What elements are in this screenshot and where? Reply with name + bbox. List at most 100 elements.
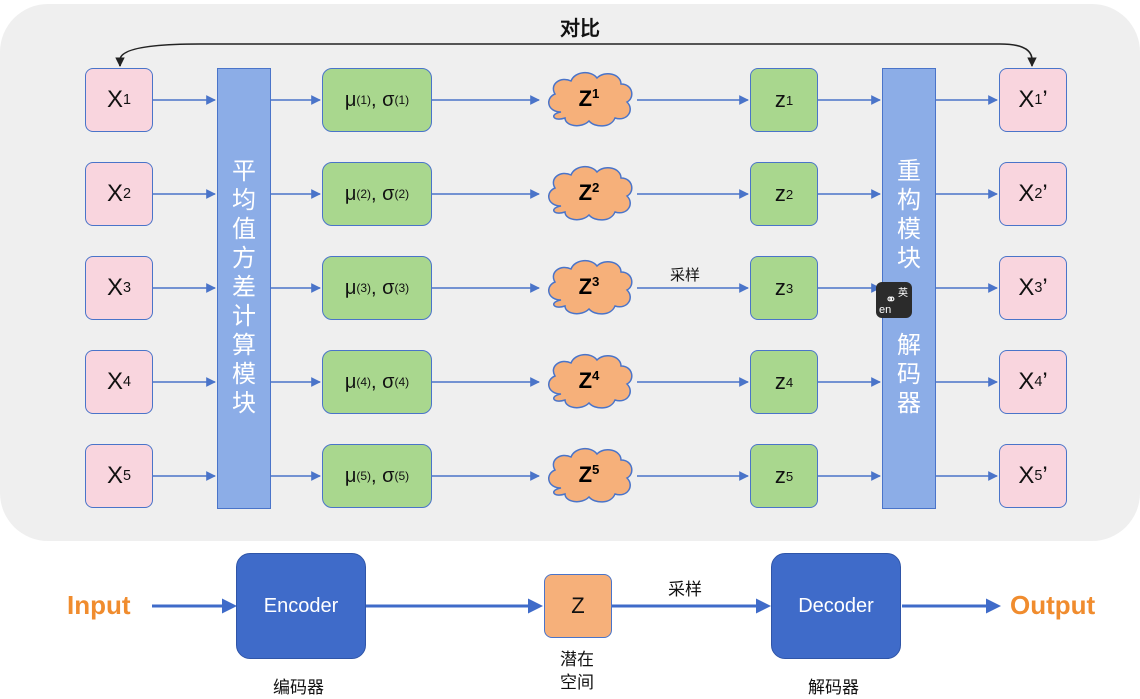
label-index: 3 — [1034, 280, 1043, 296]
label-base: z — [774, 87, 786, 112]
z-cloud: Z3 — [541, 256, 637, 320]
mu-index: (5) — [356, 469, 372, 483]
mu-index: (1) — [356, 93, 372, 107]
label-prime: ’ — [1042, 86, 1048, 113]
decoder-cn-label: 解码器 — [808, 678, 859, 697]
sigma-index: (4) — [394, 375, 410, 389]
latent-z-box: z2 — [750, 162, 818, 226]
label-base: X — [106, 368, 123, 395]
label-index: 2 — [785, 186, 794, 202]
sigma-symbol: σ — [382, 370, 395, 393]
label-index: 1 — [1034, 92, 1043, 108]
z-cloud: Z4 — [541, 350, 637, 414]
comparison-bracket — [119, 43, 1037, 67]
mu-sigma-box: μ (3), σ (3) — [322, 256, 432, 320]
z-cloud: Z5 — [541, 444, 637, 508]
decoder-module-label: 解码器 — [897, 332, 921, 417]
separator: , — [371, 464, 383, 487]
encoder-cn-label: 编码器 — [273, 678, 324, 697]
cloud-index: 4 — [592, 368, 600, 384]
label-index: 3 — [785, 280, 794, 296]
label-base: X — [1018, 86, 1035, 113]
sigma-symbol: σ — [382, 88, 395, 111]
mu-symbol: μ — [344, 464, 357, 487]
output-x-box: X 3’ — [999, 256, 1067, 320]
label-index: 5 — [1034, 468, 1043, 484]
badge-top-text: 英 — [898, 288, 908, 299]
label-prime: ’ — [1042, 462, 1048, 489]
label-base: X — [106, 180, 123, 207]
cloud-label: Z3 — [543, 274, 635, 300]
label-prime: ’ — [1042, 180, 1048, 207]
bottom-sampling-label: 采样 — [668, 580, 702, 599]
cloud-index: 1 — [592, 86, 600, 102]
input-x-box: X1 — [85, 68, 153, 132]
label-index: 1 — [785, 92, 794, 108]
reconstruction-module-label: 重构模块 — [897, 158, 921, 272]
input-method-badge[interactable]: 英 ⚭ en — [876, 282, 912, 318]
label-base: z — [774, 275, 786, 300]
latent-z-box: z5 — [750, 444, 818, 508]
label-base: X — [106, 86, 123, 113]
latent-space-label-2: 空间 — [560, 673, 594, 692]
badge-bottom-text: en — [879, 304, 892, 316]
label-index: 2 — [123, 186, 132, 202]
latent-z-box: Z — [544, 574, 612, 638]
input-x-box: X5 — [85, 444, 153, 508]
cloud-base: Z — [578, 462, 593, 487]
cloud-base: Z — [578, 86, 593, 111]
decoder-label: Decoder — [798, 594, 874, 617]
label-base: X — [106, 274, 123, 301]
mu-symbol: μ — [344, 88, 357, 111]
latent-space-label-1: 潜在 — [560, 650, 594, 669]
label-base: z — [774, 181, 786, 206]
encoder-label: Encoder — [263, 594, 339, 617]
label-index: 4 — [123, 374, 132, 390]
input-x-box: X3 — [85, 256, 153, 320]
mu-sigma-box: μ (4), σ (4) — [322, 350, 432, 414]
label-base: X — [1018, 274, 1035, 301]
decoder-box: Decoder — [771, 553, 901, 659]
cloud-label: Z4 — [543, 368, 635, 394]
cloud-index: 3 — [592, 274, 600, 290]
sigma-symbol: σ — [382, 276, 395, 299]
cloud-index: 2 — [592, 180, 600, 196]
mu-symbol: μ — [344, 370, 357, 393]
sigma-symbol: σ — [382, 182, 395, 205]
cloud-base: Z — [578, 180, 593, 205]
sigma-index: (1) — [394, 93, 410, 107]
mean-variance-module: 平均值方差计算模块 — [217, 68, 271, 509]
separator: , — [371, 88, 383, 111]
mu-sigma-box: μ (2), σ (2) — [322, 162, 432, 226]
sigma-index: (2) — [394, 187, 410, 201]
label-prime: ’ — [1042, 368, 1048, 395]
sigma-index: (5) — [394, 469, 410, 483]
mu-symbol: μ — [344, 276, 357, 299]
label-base: z — [774, 369, 786, 394]
separator: , — [371, 276, 383, 299]
mu-index: (3) — [356, 281, 372, 295]
mean-variance-module-label: 平均值方差计算模块 — [232, 158, 256, 417]
input-x-box: X2 — [85, 162, 153, 226]
latent-z-box: z3 — [750, 256, 818, 320]
cloud-label: Z2 — [543, 180, 635, 206]
output-x-box: X 4’ — [999, 350, 1067, 414]
mu-sigma-box: μ (5), σ (5) — [322, 444, 432, 508]
cloud-index: 5 — [592, 462, 600, 478]
latent-z-label: Z — [571, 593, 585, 618]
input-x-box: X4 — [85, 350, 153, 414]
label-base: X — [1018, 180, 1035, 207]
output-x-box: X 2’ — [999, 162, 1067, 226]
label-index: 5 — [785, 468, 794, 484]
mu-index: (4) — [356, 375, 372, 389]
mu-sigma-box: μ (1), σ (1) — [322, 68, 432, 132]
output-x-box: X 5’ — [999, 444, 1067, 508]
label-base: X — [1018, 368, 1035, 395]
cloud-label: Z5 — [543, 462, 635, 488]
z-cloud: Z1 — [541, 68, 637, 132]
label-base: X — [106, 462, 123, 489]
sigma-symbol: σ — [382, 464, 395, 487]
mu-symbol: μ — [344, 182, 357, 205]
sampling-label: 采样 — [670, 267, 701, 284]
input-label: Input — [67, 590, 131, 620]
